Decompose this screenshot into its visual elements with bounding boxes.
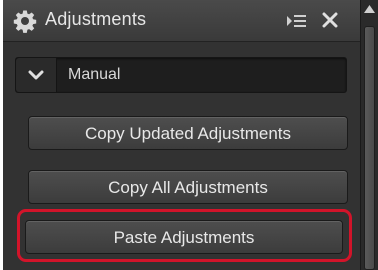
- scroll-up-arrow-icon[interactable]: [363, 4, 376, 14]
- preset-dropdown[interactable]: Manual: [15, 57, 347, 93]
- close-icon[interactable]: [322, 12, 338, 28]
- list-expand-icon[interactable]: [287, 14, 307, 28]
- adjustments-panel: Adjustments Manual Copy Updated Adjustme…: [3, 0, 361, 270]
- copy-all-adjustments-button[interactable]: Copy All Adjustments: [28, 170, 348, 204]
- gear-icon: [13, 10, 37, 33]
- copy-updated-adjustments-button[interactable]: Copy Updated Adjustments: [28, 116, 348, 150]
- panel-title: Adjustments: [45, 9, 147, 29]
- scrollbar-thumb[interactable]: [364, 26, 375, 270]
- chevron-down-icon: [28, 70, 44, 80]
- dropdown-toggle[interactable]: [16, 58, 57, 92]
- paste-adjustments-button[interactable]: Paste Adjustments: [25, 220, 343, 254]
- dropdown-selected-value: Manual: [68, 66, 121, 83]
- panel-header: Adjustments: [3, 0, 360, 42]
- screenshot-stage: Adjustments Manual Copy Updated Adjustme…: [0, 0, 378, 270]
- scrollbar[interactable]: [361, 0, 378, 270]
